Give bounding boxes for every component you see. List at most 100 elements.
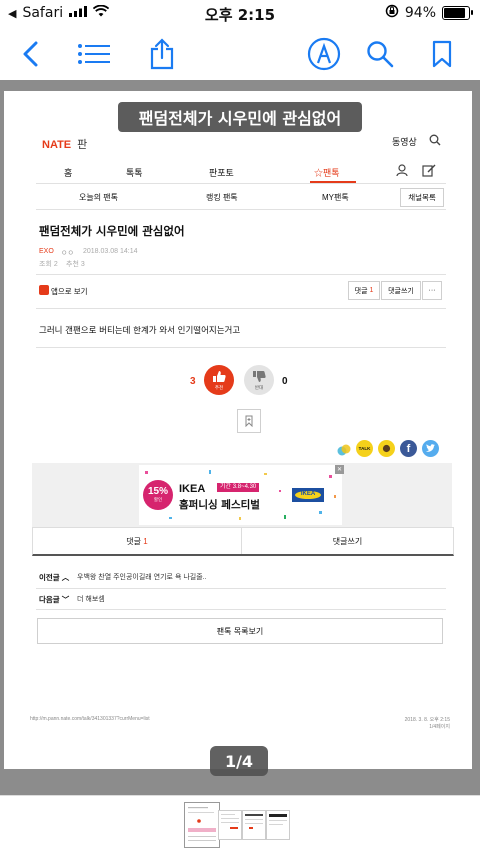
footer-date: 2018. 3. 8. 오후 2:15 <box>404 717 450 723</box>
dislike-count: 0 <box>282 376 288 387</box>
document-viewer[interactable]: NATE 판 동영상 홈 톡톡 판포토 ☆팬톡 오늘의 팬톡 랭킹 팬톡 MY팬톡… <box>0 80 480 795</box>
user-icon[interactable] <box>396 164 408 177</box>
category-label[interactable]: EXO <box>39 248 54 255</box>
battery-icon <box>442 6 473 20</box>
scrap-bookmark-icon <box>245 415 253 427</box>
like-button[interactable]: 추천 <box>204 365 234 395</box>
discount-badge: 15% 할인 <box>143 480 173 510</box>
markup-pen-icon <box>307 37 341 71</box>
tab-comments-count: 1 <box>143 536 148 546</box>
channel-list-button[interactable]: 채널목록 <box>400 188 444 207</box>
tab-write-comment[interactable]: 댓글쓰기 <box>242 528 453 554</box>
ad-period-tag: 기간 3.8~4.30 <box>217 483 260 492</box>
meta-divider <box>36 274 446 275</box>
next-post-label[interactable]: 다음글 ﹀ <box>39 594 69 605</box>
share-button[interactable] <box>144 36 180 72</box>
nav-home[interactable]: 홈 <box>64 166 72 179</box>
comment-button-label: 댓글 <box>354 287 368 295</box>
app-icon <box>39 285 49 295</box>
nav-divider <box>36 183 446 184</box>
page-indicator: 1/4 <box>210 746 268 776</box>
write-comment-button[interactable]: 댓글쓰기 <box>381 281 421 300</box>
prev-post-label-text: 이전글 <box>39 573 60 582</box>
comment-button-count: 1 <box>369 287 374 294</box>
ikea-logo: IKEA <box>292 488 324 502</box>
dislike-button[interactable]: 반대 <box>244 365 274 395</box>
share-kakaotalk-icon[interactable]: TALK <box>356 440 373 457</box>
thumbs-up-icon <box>213 371 226 382</box>
body-bottom-divider <box>36 347 446 348</box>
tab-comments-label: 댓글 <box>126 536 142 546</box>
thumbnail-page-2[interactable] <box>218 810 242 840</box>
scrap-button[interactable] <box>237 409 261 433</box>
nav-toktok[interactable]: 톡톡 <box>126 166 143 179</box>
body-top-divider <box>36 308 446 309</box>
discount-badge-sub: 할인 <box>153 497 163 502</box>
view-count: 조회 2 <box>39 261 58 268</box>
prev-post-label[interactable]: 이전글 ︿ <box>39 572 69 583</box>
subnav-my[interactable]: MY팬톡 <box>322 192 349 203</box>
footer-page: 1/4페이지 <box>429 724 450 730</box>
footer-url: http://m.pann.nate.com/talk/341301337?cu… <box>30 716 150 722</box>
more-button[interactable]: ··· <box>422 281 442 300</box>
search-icon <box>367 41 394 68</box>
comment-count-button[interactable]: 댓글 1 <box>348 281 380 300</box>
like-count: 3 <box>190 376 196 387</box>
discount-badge-value: 15% <box>147 486 168 497</box>
bookmark-button[interactable] <box>424 36 460 72</box>
battery-percent: 94% <box>404 5 436 21</box>
back-button[interactable] <box>12 36 48 72</box>
share-twitter-icon[interactable] <box>422 440 439 457</box>
write-icon[interactable] <box>422 163 436 177</box>
search-icon[interactable] <box>429 134 441 146</box>
tab-comments[interactable]: 댓글 1 <box>33 528 242 554</box>
ikea-logo-text: IKEA <box>300 491 316 497</box>
document-title-overlay: 팬덤전체가 시우민에 관심없어 <box>118 102 362 132</box>
comment-tabs: 댓글 1 댓글쓰기 <box>32 527 454 556</box>
viewer-toolbar <box>0 28 480 80</box>
status-right: 94% <box>385 4 473 22</box>
chevron-left-icon <box>23 41 38 67</box>
share-kakaostory-icon[interactable] <box>378 440 395 457</box>
thumbnail-page-4[interactable] <box>266 810 290 840</box>
post-datetime: 2018.03.08 14:14 <box>83 248 138 255</box>
prev-divider <box>36 588 446 589</box>
thumbnail-strip <box>0 795 480 855</box>
ad-close-icon[interactable]: ✕ <box>335 465 344 474</box>
ad-creative[interactable]: 15% 할인 IKEA 기간 3.8~4.30 홈퍼니싱 페스티벌 IKEA <box>139 465 342 525</box>
dislike-label: 반대 <box>254 385 264 390</box>
nate-logo[interactable]: NATE 판 <box>42 136 87 152</box>
search-button[interactable] <box>362 36 398 72</box>
app-view-link[interactable]: 앱으로 보기 <box>51 286 88 297</box>
nav-fantalk[interactable]: ☆팬톡 <box>314 166 340 179</box>
ad-banner[interactable]: 15% 할인 IKEA 기간 3.8~4.30 홈퍼니싱 페스티벌 IKEA ✕ <box>32 463 452 527</box>
nav-pann-photo[interactable]: 판포토 <box>209 166 234 179</box>
next-divider <box>36 609 446 610</box>
thumbs-down-icon <box>253 371 266 382</box>
article-body: 그러니 갠팬으로 버티는데 한계가 와서 인기떨어지는거고 <box>39 326 241 336</box>
share-icon <box>150 38 174 70</box>
markup-button[interactable] <box>306 36 342 72</box>
share-facebook-icon[interactable]: f <box>400 440 417 457</box>
outline-list-button[interactable] <box>76 36 112 72</box>
prev-post-title[interactable]: 우백왕 찬열 주인공이길래 연기로 욕 나길줄.. <box>77 572 207 582</box>
next-post-title[interactable]: 더 해보셈 <box>77 594 105 604</box>
list-icon <box>78 44 110 64</box>
share-daum-icon[interactable] <box>337 442 351 456</box>
recommend-count: 추천 3 <box>66 261 85 268</box>
status-bar: ◀ Safari 오후 2:15 94% <box>0 0 480 28</box>
thumbnail-page-3[interactable] <box>242 810 266 840</box>
author-label: ㅇㅇ <box>61 250 74 257</box>
subnav-ranking[interactable]: 랭킹 팬톡 <box>206 192 238 203</box>
ad-period-label: 기간 <box>220 484 232 490</box>
fantalk-list-button[interactable]: 팬톡 목록보기 <box>37 618 443 644</box>
like-label: 추천 <box>214 385 224 390</box>
thumbnail-page-1[interactable] <box>184 802 220 848</box>
rotation-lock-icon <box>385 4 399 22</box>
video-link[interactable]: 동영상 <box>392 135 417 148</box>
bookmark-icon <box>432 40 452 68</box>
subnav-today[interactable]: 오늘의 팬톡 <box>79 192 118 203</box>
subnav-divider <box>36 209 446 210</box>
ad-period: 3.8~4.30 <box>232 484 257 490</box>
next-post-label-text: 다음글 <box>39 595 60 604</box>
